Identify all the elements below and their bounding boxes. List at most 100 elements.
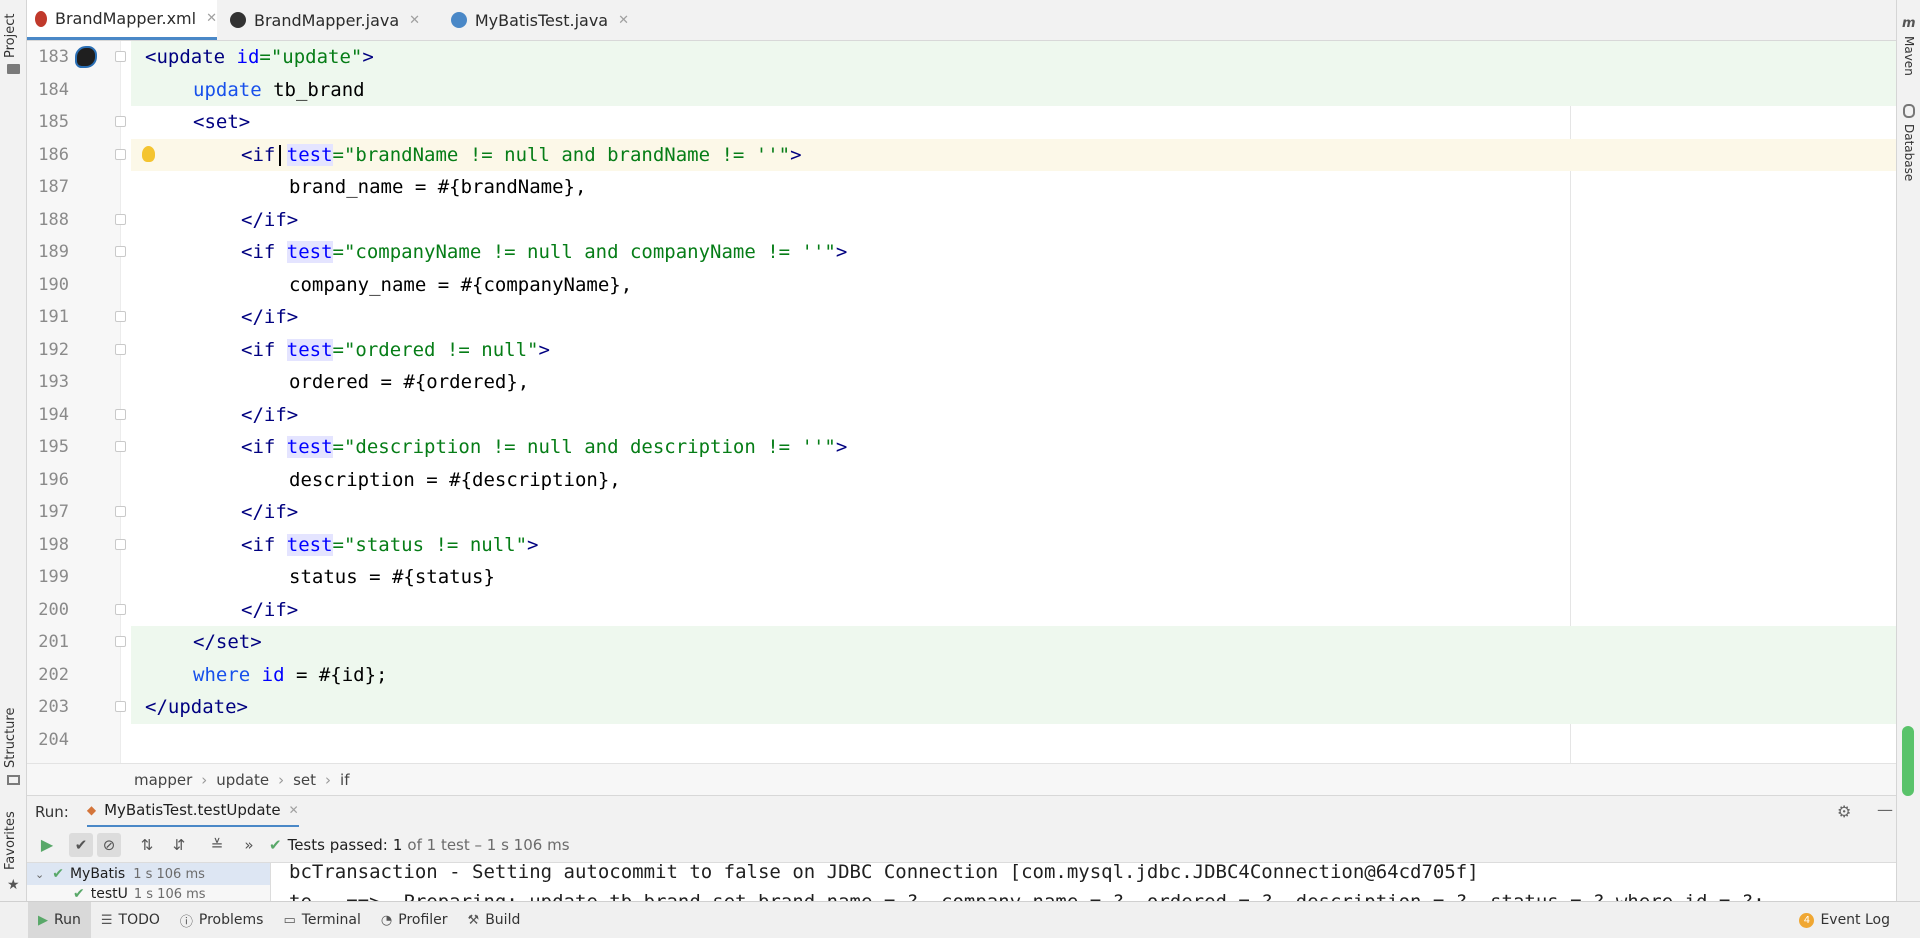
terminal-tool-button[interactable]: ▭ Terminal (273, 902, 370, 938)
code-line[interactable]: 187 brand_name = #{brandName}, (27, 171, 1896, 204)
info-icon: ⓘ (179, 914, 193, 930)
code-line[interactable]: 204 (27, 724, 1896, 757)
close-icon[interactable]: ✕ (618, 13, 629, 28)
line-number: 193 (38, 372, 69, 392)
close-icon[interactable]: ✕ (409, 13, 420, 28)
minimize-icon[interactable]: — (1877, 800, 1893, 819)
lightbulb-icon[interactable] (142, 145, 155, 162)
favorites-tool-button[interactable]: Favorites (3, 811, 18, 870)
breadcrumb-item[interactable]: update (216, 771, 269, 789)
code-text: <if test="ordered != null"> (241, 338, 550, 361)
tab-brandmapper-xml[interactable]: BrandMapper.xml ✕ (27, 0, 217, 40)
fold-marker-icon[interactable] (115, 441, 126, 452)
code-line[interactable]: 190 company_name = #{companyName}, (27, 269, 1896, 302)
code-text: </if> (241, 306, 299, 328)
sort-alpha-icon[interactable]: ⇅ (135, 833, 159, 857)
line-number: 184 (38, 79, 69, 100)
show-ignored-icon[interactable]: ⊘ (97, 832, 121, 857)
run-label: Run: (35, 802, 69, 821)
fold-marker-icon[interactable] (115, 636, 126, 647)
code-line[interactable]: 195 <if test="description != null and des… (27, 431, 1896, 464)
tool-label: Build (485, 912, 521, 928)
code-line[interactable]: 198 <if test="status != null"> (27, 529, 1896, 562)
project-tool-button[interactable]: Project (3, 14, 18, 58)
code-line[interactable]: 183 <update id="update"> (27, 41, 1896, 74)
more-icon[interactable]: » (237, 833, 261, 857)
structure-tool-button[interactable]: Structure (3, 708, 18, 768)
close-icon[interactable]: ✕ (289, 803, 299, 817)
breadcrumb-item[interactable]: if (340, 771, 349, 789)
breadcrumb: mapper › update › set › if (27, 763, 1896, 795)
code-line[interactable]: 193 ordered = #{ordered}, (27, 366, 1896, 399)
event-log-button[interactable]: 4 Event Log (1789, 902, 1900, 938)
problems-tool-button[interactable]: ⓘ Problems (170, 902, 274, 938)
fold-marker-icon[interactable] (115, 538, 126, 550)
breadcrumb-item[interactable]: set (293, 771, 316, 789)
scroll-indicator (1902, 726, 1914, 796)
fold-marker-icon[interactable] (115, 246, 126, 257)
code-line[interactable]: 186 <if test="brandName != null and brand… (27, 138, 1896, 172)
run-config-tab[interactable]: ◆ MyBatisTest.testUpdate ✕ (86, 796, 299, 828)
code-line[interactable]: 197 </if> (27, 496, 1896, 529)
code-line[interactable]: 189 <if test="companyName != null and com… (27, 236, 1896, 269)
close-icon[interactable]: ✕ (206, 11, 217, 26)
database-tool-button[interactable]: Database (1902, 124, 1916, 181)
line-number: 187 (38, 177, 69, 197)
fold-marker-icon[interactable] (115, 603, 126, 615)
fold-marker-icon[interactable] (115, 51, 126, 62)
run-tool-button[interactable]: ▶ Run (28, 901, 91, 938)
fold-marker-icon[interactable] (115, 116, 126, 127)
code-line[interactable]: 200 </if> (27, 594, 1896, 627)
code-editor[interactable]: ✔ 2 ⌃ ⌄ 183 <update id="update"> 184 update… (27, 41, 1896, 763)
expand-all-icon[interactable]: ≚ (205, 833, 229, 857)
code-line[interactable]: 192 <if test="ordered != null"> (27, 334, 1896, 367)
code-line[interactable]: 196 description = #{description}, (27, 464, 1896, 497)
code-line[interactable]: 201 </set> (27, 626, 1896, 659)
sort-duration-icon[interactable]: ⇵ (167, 833, 191, 857)
database-icon (1903, 104, 1915, 118)
profiler-tool-button[interactable]: ◔ Profiler (371, 902, 458, 938)
tab-mybatistest-java[interactable]: MyBatisTest.java ✕ (443, 0, 629, 40)
code-line[interactable]: 188 </if> (27, 204, 1896, 237)
fold-marker-icon[interactable] (115, 343, 126, 355)
gear-icon[interactable]: ⚙ (1837, 802, 1851, 821)
code-line[interactable]: 202 where id = #{id}; (27, 658, 1896, 692)
right-tool-strip: m Maven Database (1896, 0, 1920, 938)
console-output[interactable]: bcTransaction - Setting autocommit to fa… (271, 863, 1896, 901)
code-text: </if> (241, 208, 299, 231)
code-line[interactable]: 203 </update> (27, 691, 1896, 724)
tab-brandmapper-java[interactable]: BrandMapper.java ✕ (222, 0, 438, 40)
fold-marker-icon[interactable] (115, 408, 126, 420)
fold-marker-icon[interactable] (115, 148, 126, 160)
run-tool-header: Run: ◆ MyBatisTest.testUpdate ✕ ⚙ — (27, 795, 1896, 828)
mapper-file-icon (230, 12, 246, 28)
run-toolbar: ▶ ✔ ⊘ ⇅ ⇵ ≚ » ✔ Tests passed: 1 of 1 tes… (27, 827, 1896, 863)
fold-marker-icon[interactable] (115, 506, 126, 517)
line-number: 185 (38, 112, 69, 132)
expand-icon[interactable]: ⌄ (35, 868, 44, 881)
code-line[interactable]: 185 <set> (27, 106, 1896, 139)
breadcrumb-item[interactable]: mapper (134, 771, 192, 789)
test-tree-row[interactable]: ⌄ ✔ MyBatis 1 s 106 ms (27, 863, 270, 885)
tab-label: MyBatisTest.java (474, 10, 609, 30)
code-line[interactable]: 184 update tb_brand (27, 73, 1896, 107)
rerun-icon[interactable]: ▶ (35, 833, 59, 857)
line-number: 183 (38, 47, 69, 67)
test-tree-row[interactable]: ✔ testU 1 s 106 ms (27, 885, 270, 901)
show-passed-icon[interactable]: ✔ (69, 832, 93, 857)
todo-tool-button[interactable]: ☰ TODO (91, 902, 170, 938)
code-line[interactable]: 199 status = #{status} (27, 561, 1896, 594)
code-line[interactable]: 191 </if> (27, 301, 1896, 334)
tests-status-count: 1 (392, 835, 403, 854)
test-tree-label: MyBatis (69, 866, 126, 882)
fold-marker-icon[interactable] (115, 701, 126, 712)
code-line[interactable]: 194 </if> (27, 399, 1896, 432)
maven-tool-button[interactable]: Maven (1902, 36, 1916, 76)
mybatis-bird-icon[interactable] (75, 46, 97, 68)
xml-file-icon (35, 10, 47, 27)
build-tool-button[interactable]: ⚒ Build (458, 902, 531, 938)
fold-marker-icon[interactable] (115, 311, 126, 322)
line-number: 203 (38, 697, 69, 717)
fold-marker-icon[interactable] (115, 213, 126, 225)
test-tree-label: testU (90, 886, 128, 901)
